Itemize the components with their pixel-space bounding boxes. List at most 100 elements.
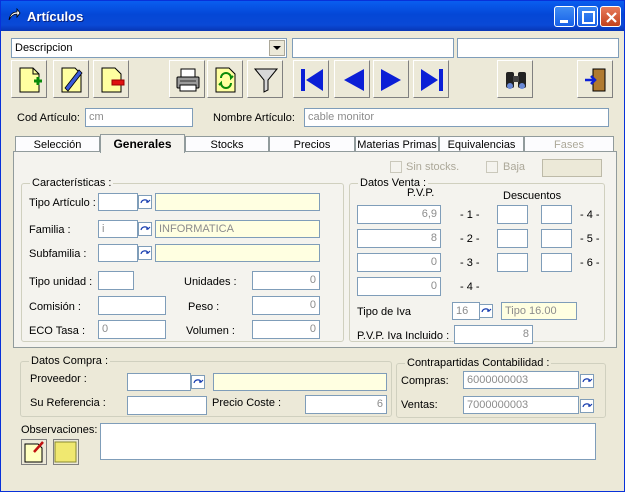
- new-button[interactable]: [11, 60, 47, 98]
- nombre-articulo-input[interactable]: cable monitor: [304, 108, 609, 127]
- maximize-button[interactable]: [577, 6, 598, 27]
- lookup-icon: [582, 378, 593, 383]
- pvp-4-input[interactable]: 0: [357, 277, 441, 296]
- previous-record-button[interactable]: [334, 60, 370, 98]
- tipo-unidad-input[interactable]: [98, 271, 134, 290]
- refresh-button[interactable]: [207, 60, 243, 98]
- descuento-2-input[interactable]: [497, 229, 528, 248]
- lookup-icon: [140, 199, 151, 204]
- exit-button[interactable]: [577, 60, 613, 98]
- descuento-5-input[interactable]: [541, 229, 572, 248]
- precio-coste-label: Precio Coste :: [212, 397, 282, 409]
- tipo-articulo-label: Tipo Artículo :: [29, 197, 96, 209]
- caracteristicas-title: Características :: [30, 177, 114, 189]
- tipo-iva-name-field: Tipo 16.00: [501, 302, 577, 320]
- observaciones-edit-button[interactable]: [21, 439, 47, 465]
- binoculars-icon: [506, 72, 526, 89]
- minimize-icon: [560, 20, 568, 23]
- familia-lookup-button[interactable]: [138, 222, 152, 236]
- su-referencia-label: Su Referencia :: [30, 397, 106, 409]
- unidades-input[interactable]: 0: [252, 271, 320, 290]
- tipo-articulo-input[interactable]: [98, 193, 138, 211]
- ventas-lookup-button[interactable]: [580, 399, 594, 413]
- last-record-button[interactable]: [413, 60, 449, 98]
- pvp-1-input[interactable]: 6,9: [357, 205, 441, 224]
- compras-account-input[interactable]: 6000000003: [463, 371, 579, 389]
- descuento-4-input[interactable]: [541, 205, 572, 224]
- descuentos-header: Descuentos: [503, 190, 562, 202]
- compras-label: Compras:: [401, 375, 449, 387]
- tab-generales[interactable]: Generales: [100, 134, 185, 153]
- lookup-icon: [193, 379, 204, 384]
- contrapartidas-group: Contrapartidas Contabilidad : Compras: 6…: [396, 357, 606, 418]
- delete-button[interactable]: [93, 60, 129, 98]
- next-record-icon: [381, 69, 401, 91]
- observaciones-textarea[interactable]: [100, 423, 596, 460]
- pvp-iva-input[interactable]: 8: [454, 325, 533, 344]
- edit-button[interactable]: [53, 60, 89, 98]
- baja-label: Baja: [503, 161, 526, 173]
- peso-label: Peso :: [188, 301, 220, 313]
- proveedor-input[interactable]: [127, 373, 191, 391]
- search-button[interactable]: [497, 60, 533, 98]
- descuento-6-input[interactable]: [541, 253, 572, 272]
- generales-panel: Sin stocks. Baja Características : Tipo …: [13, 151, 617, 348]
- sin-stocks-label: Sin stocks.: [406, 161, 460, 173]
- baja-checkbox[interactable]: [486, 161, 498, 173]
- next-record-button[interactable]: [373, 60, 409, 98]
- print-button[interactable]: [169, 60, 205, 98]
- refresh-icon: [215, 67, 236, 93]
- tipo-articulo-lookup-button[interactable]: [138, 195, 152, 209]
- ventas-account-input[interactable]: 7000000003: [463, 396, 579, 414]
- close-icon: [606, 12, 617, 23]
- cod-articulo-label: Cod Artículo:: [17, 112, 80, 124]
- observaciones-note-button[interactable]: [53, 439, 79, 465]
- subfamilia-lookup-button[interactable]: [138, 246, 152, 260]
- proveedor-lookup-button[interactable]: [191, 375, 205, 389]
- familia-name-field: INFORMATICA: [155, 220, 320, 238]
- caracteristicas-group: Características : Tipo Artículo : Famili…: [21, 177, 344, 342]
- new-record-icon: [19, 67, 42, 93]
- minimize-button[interactable]: [554, 6, 575, 27]
- pvp-3-label: - 3 -: [460, 257, 480, 269]
- familia-code-input[interactable]: i: [98, 220, 138, 238]
- last-record-icon: [421, 69, 443, 91]
- yellow-note-icon: [54, 441, 77, 463]
- ventas-label: Ventas:: [401, 399, 438, 411]
- cod-articulo-input[interactable]: cm: [85, 108, 193, 127]
- pvp-4-label: - 4 -: [460, 281, 480, 293]
- search-input-1[interactable]: [292, 38, 454, 58]
- descuento-4-label: - 4 -: [580, 209, 600, 221]
- window-title: Artículos: [27, 9, 84, 24]
- descuento-1-input[interactable]: [497, 205, 528, 224]
- comision-input[interactable]: [98, 296, 166, 315]
- search-field-select[interactable]: Descripcion: [11, 38, 287, 58]
- edit-record-icon: [61, 67, 83, 93]
- pvp-3-input[interactable]: 0: [357, 253, 441, 272]
- precio-coste-input[interactable]: 6: [305, 395, 387, 414]
- first-record-button[interactable]: [293, 60, 329, 98]
- pvp-2-input[interactable]: 8: [357, 229, 441, 248]
- sin-stocks-checkbox[interactable]: [390, 161, 402, 173]
- datos-compra-title: Datos Compra :: [29, 355, 111, 367]
- filter-button[interactable]: [247, 60, 283, 98]
- tipo-iva-code-input[interactable]: 16: [452, 302, 480, 320]
- volumen-input[interactable]: 0: [252, 320, 320, 339]
- first-record-icon: [301, 69, 323, 91]
- descuento-3-input[interactable]: [497, 253, 528, 272]
- tipo-iva-lookup-button[interactable]: [479, 304, 493, 318]
- subfamilia-label: Subfamilia :: [29, 248, 87, 260]
- close-button[interactable]: [600, 6, 621, 27]
- previous-record-icon: [344, 69, 364, 91]
- eco-tasa-input[interactable]: 0: [98, 320, 166, 339]
- peso-input[interactable]: 0: [252, 296, 320, 315]
- title-bar[interactable]: Artículos: [1, 1, 624, 31]
- volumen-label: Volumen :: [186, 325, 235, 337]
- pvp-1-label: - 1 -: [460, 209, 480, 221]
- search-input-2[interactable]: [457, 38, 619, 58]
- compras-lookup-button[interactable]: [580, 374, 594, 388]
- su-referencia-input[interactable]: [127, 396, 207, 415]
- dropdown-button[interactable]: [269, 40, 285, 56]
- subfamilia-input[interactable]: [98, 244, 138, 262]
- subfamilia-description: [155, 244, 320, 262]
